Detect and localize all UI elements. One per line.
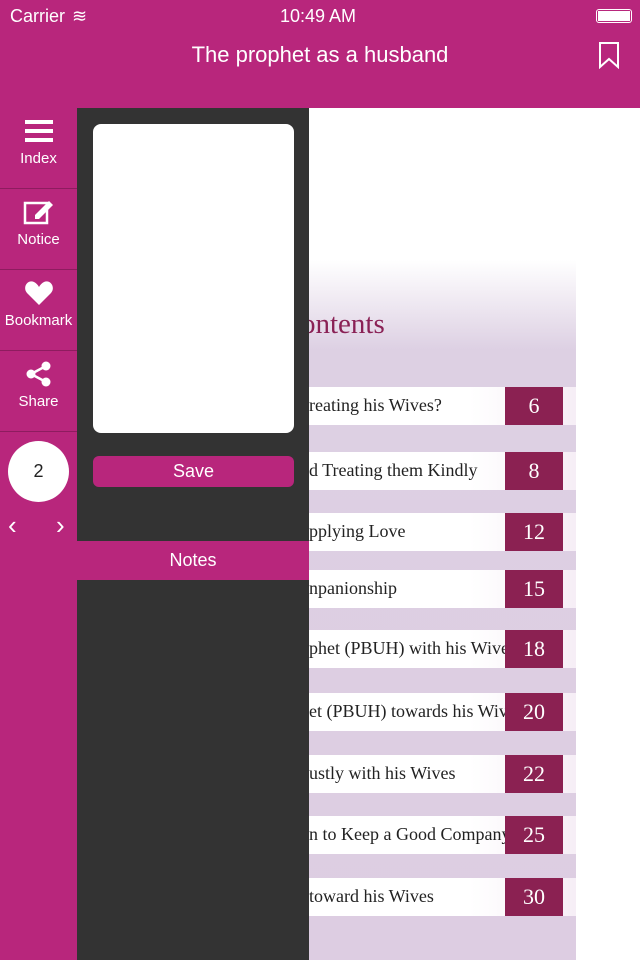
chapter-page: 12 xyxy=(505,513,563,551)
page-number[interactable]: 2 xyxy=(8,441,69,502)
chapter-page: 22 xyxy=(505,755,563,793)
contents-row[interactable]: reating his Wives? 6 xyxy=(309,387,576,425)
chapter-title: phet (PBUH) with his Wives xyxy=(309,638,516,658)
prev-page-button[interactable]: ‹ xyxy=(8,510,17,541)
chapter-page: 18 xyxy=(505,630,563,668)
chapter-page: 8 xyxy=(505,452,563,490)
chapter-title: et (PBUH) towards his Wives xyxy=(309,701,523,721)
battery-icon xyxy=(596,9,632,23)
next-page-button[interactable]: › xyxy=(56,510,65,541)
sidebar-item-label: Index xyxy=(20,150,57,167)
contents-row[interactable]: phet (PBUH) with his Wives 18 xyxy=(309,630,576,668)
contents-row[interactable]: n to Keep a Good Company 25 xyxy=(309,816,576,854)
sidebar-item-label: Bookmark xyxy=(4,312,73,329)
chapter-title: ustly with his Wives xyxy=(309,763,456,783)
page-title: The prophet as a husband xyxy=(191,42,449,67)
contents-row[interactable]: npanionship 15 xyxy=(309,570,576,608)
nav-bar: Carrier ≋ 10:49 AM The prophet as a husb… xyxy=(0,0,640,108)
carrier: Carrier xyxy=(10,6,66,26)
chapter-title: reating his Wives? xyxy=(309,395,442,415)
save-button[interactable]: Save xyxy=(93,456,294,487)
menu-icon xyxy=(24,120,53,142)
notes-panel: Save Notes xyxy=(77,108,309,960)
notes-header: Notes xyxy=(77,541,309,580)
chapter-page: 30 xyxy=(505,878,563,916)
sidebar-item-notice[interactable]: Notice xyxy=(0,189,77,270)
contents-row[interactable]: d Treating them Kindly 8 xyxy=(309,452,576,490)
bookmark-icon[interactable] xyxy=(598,41,620,69)
chapter-page: 6 xyxy=(505,387,563,425)
sidebar-item-share[interactable]: Share xyxy=(0,351,77,432)
edit-icon xyxy=(23,201,53,225)
chapter-page: 20 xyxy=(505,693,563,731)
chapter-title: npanionship xyxy=(309,578,397,598)
chapter-title: toward his Wives xyxy=(309,886,434,906)
contents-row[interactable]: ustly with his Wives 22 xyxy=(309,755,576,793)
chapter-title: pplying Love xyxy=(309,521,406,541)
sidebar-item-label: Notice xyxy=(17,231,60,248)
chapter-page: 15 xyxy=(505,570,563,608)
contents-page: ontents reating his Wives? 6 d Treating th… xyxy=(301,260,576,960)
contents-title: ontents xyxy=(301,308,385,340)
chapter-page: 25 xyxy=(505,816,563,854)
share-icon xyxy=(26,361,50,387)
chapter-title: n to Keep a Good Company xyxy=(309,824,511,844)
contents-row[interactable]: et (PBUH) towards his Wives 20 xyxy=(309,693,576,731)
contents-row[interactable]: toward his Wives 30 xyxy=(309,878,576,916)
time: 10:49 AM xyxy=(280,6,357,26)
sidebar-item-index[interactable]: Index xyxy=(0,108,77,189)
sidebar-item-bookmark[interactable]: Bookmark xyxy=(0,270,77,351)
sidebar-item-label: Share xyxy=(18,393,59,410)
contents-row[interactable]: pplying Love 12 xyxy=(309,513,576,551)
note-input[interactable] xyxy=(93,124,294,433)
wifi-icon: ≋ xyxy=(72,6,88,26)
chapter-title: d Treating them Kindly xyxy=(309,460,478,480)
heart-icon xyxy=(24,281,53,305)
sidebar: Index Notice Bookmark Share 2 ‹ › xyxy=(0,108,77,960)
